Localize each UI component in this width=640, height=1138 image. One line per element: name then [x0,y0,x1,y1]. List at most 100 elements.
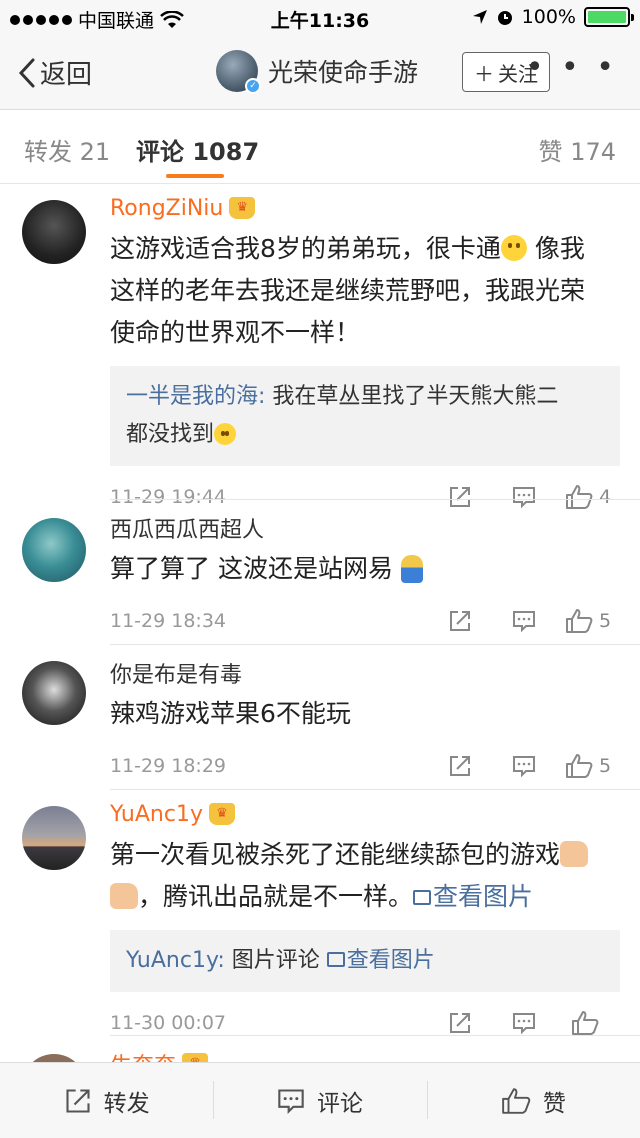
battery-percent: 100% [521,6,576,28]
reply-text: 我在草丛里找了半天熊大熊二 [265,384,559,409]
share-button[interactable] [428,480,492,514]
thumbs-up-icon [565,485,593,509]
divider [110,789,640,790]
comment-meta: 11-29 18:34 5 [110,602,620,642]
comment-icon [513,487,535,509]
account-name: 光荣使命手游 [268,58,419,87]
smile-emoji-icon [500,235,527,261]
comment-text-line: 算了算了 这波还是站网易 [110,554,393,583]
comment-author-name: 你是布是有毒 [110,663,243,688]
reply-button[interactable] [492,749,556,783]
comment-author-name: 牛奔奔 [110,1048,176,1062]
status-bar: 中国联通 上午11:36 100% [0,0,640,36]
tab-comments-label: 评论 [136,138,184,166]
like-button[interactable]: 赞 [426,1063,640,1138]
more-button[interactable]: • • • [526,53,618,83]
thumbs-up-icon [565,754,593,778]
share-icon [66,1088,90,1113]
view-image-link[interactable]: 查看图片 [413,882,533,911]
comment-item-partial: 牛奔奔 ♛ [0,1048,640,1062]
share-button[interactable] [428,749,492,783]
tab-repost-count: 21 [79,138,111,166]
like-button[interactable]: 5 [556,749,620,783]
share-icon [450,756,470,776]
comment-icon [278,1088,304,1114]
comment-time: 11-30 00:07 [110,1012,227,1034]
figure-emoji-icon [400,555,423,583]
repost-button[interactable]: 转发 [0,1063,213,1138]
reply-box[interactable]: YuAnc1y: 图片评论 查看图片 [110,930,620,992]
comment-author[interactable]: 你是布是有毒 [110,659,620,688]
share-icon [450,487,470,507]
verified-badge-icon: ✓ [245,78,261,94]
comment-icon [513,756,535,778]
comment-text-line: 这游戏适合我8岁的弟弟玩，很卡通 [110,234,501,263]
like-button[interactable]: 4 [556,480,620,514]
comment-meta: 11-29 18:29 5 [110,747,620,787]
view-image-label: 查看图片 [346,948,435,973]
like-count: 5 [598,610,612,632]
alarm-icon [497,11,512,25]
thumbs-up-emoji-icon [560,841,589,867]
tab-repost[interactable]: 转发 21 [24,132,110,167]
comment-author[interactable]: RongZiNiu ♛ [110,194,620,222]
comment-author-name: 西瓜西瓜西超人 [110,518,265,543]
avatar[interactable] [22,200,86,264]
avatar[interactable] [22,1054,86,1062]
reply-author[interactable]: YuAnc1y: [126,948,225,973]
comment-button[interactable]: 评论 [213,1063,426,1138]
reply-text: 图片评论 [224,948,327,973]
thumbs-up-icon [501,1087,531,1114]
like-button[interactable]: 5 [556,604,620,638]
reply-author[interactable]: 一半是我的海: [126,384,265,409]
share-icon [450,1013,470,1033]
comment-time: 11-29 19:44 [110,486,227,508]
vip-crown-icon: ♛ [182,1053,209,1062]
comment-time: 11-29 18:29 [110,755,227,777]
comment-time: 11-29 18:34 [110,610,227,632]
comment-author[interactable]: 牛奔奔 ♛ [110,1050,620,1062]
status-right: 100% [472,6,634,28]
repost-label: 转发 [103,1090,150,1117]
comment-label: 评论 [316,1090,363,1117]
comment-text-line: 像我 [526,234,585,263]
smile-emoji-icon [214,423,237,445]
tab-comments-count: 1087 [192,138,260,166]
comment-text: 第一次看见被杀死了还能继续舔包的游戏 ，腾讯出品就是不一样。 查看图片 [110,834,620,918]
comment-text-line: 第一次看见被杀死了还能继续舔包的游戏 [110,840,561,869]
view-image-link[interactable]: 查看图片 [326,948,435,973]
vip-crown-icon: ♛ [208,803,235,825]
comment-meta: 11-30 00:07 [110,1004,620,1044]
comment-author[interactable]: YuAnc1y ♛ [110,800,620,828]
battery-icon [584,7,634,27]
thumbs-up-icon [572,1011,599,1035]
reply-button[interactable] [492,604,556,638]
thumbs-up-icon [565,609,593,633]
back-button[interactable]: 返回 [18,54,92,91]
active-tab-indicator [166,174,224,178]
reply-box[interactable]: 一半是我的海: 我在草丛里找了半天熊大熊二 都没找到 [110,366,620,466]
plus-icon: ＋ [474,61,494,86]
like-label: 赞 [542,1090,566,1117]
comment-text: 辣鸡游戏苹果6不能玩 [110,693,620,735]
like-count: 4 [598,486,612,508]
chevron-left-icon [18,58,35,87]
comment-text-line: ，腾讯出品就是不一样。 [138,882,414,911]
tab-likes-label: 赞 [538,138,563,166]
location-icon [472,10,487,24]
tab-likes[interactable]: 赞 174 [539,132,616,167]
avatar[interactable] [22,518,86,582]
share-button[interactable] [428,604,492,638]
comment-text-line: 使命的世界观不一样！ [110,318,361,347]
image-icon [413,890,432,905]
share-icon [450,611,470,631]
reply-button[interactable] [492,480,556,514]
avatar[interactable] [22,661,86,725]
thumbs-up-emoji-icon [110,883,138,909]
view-image-label: 查看图片 [433,882,534,911]
avatar[interactable] [22,806,86,870]
comment-text-line: 辣鸡游戏苹果6不能玩 [110,699,351,728]
comment-author[interactable]: 西瓜西瓜西超人 [110,514,620,543]
account-header[interactable]: ✓ 光荣使命手游 [216,50,419,94]
tab-comments[interactable]: 评论 1087 [136,132,259,167]
